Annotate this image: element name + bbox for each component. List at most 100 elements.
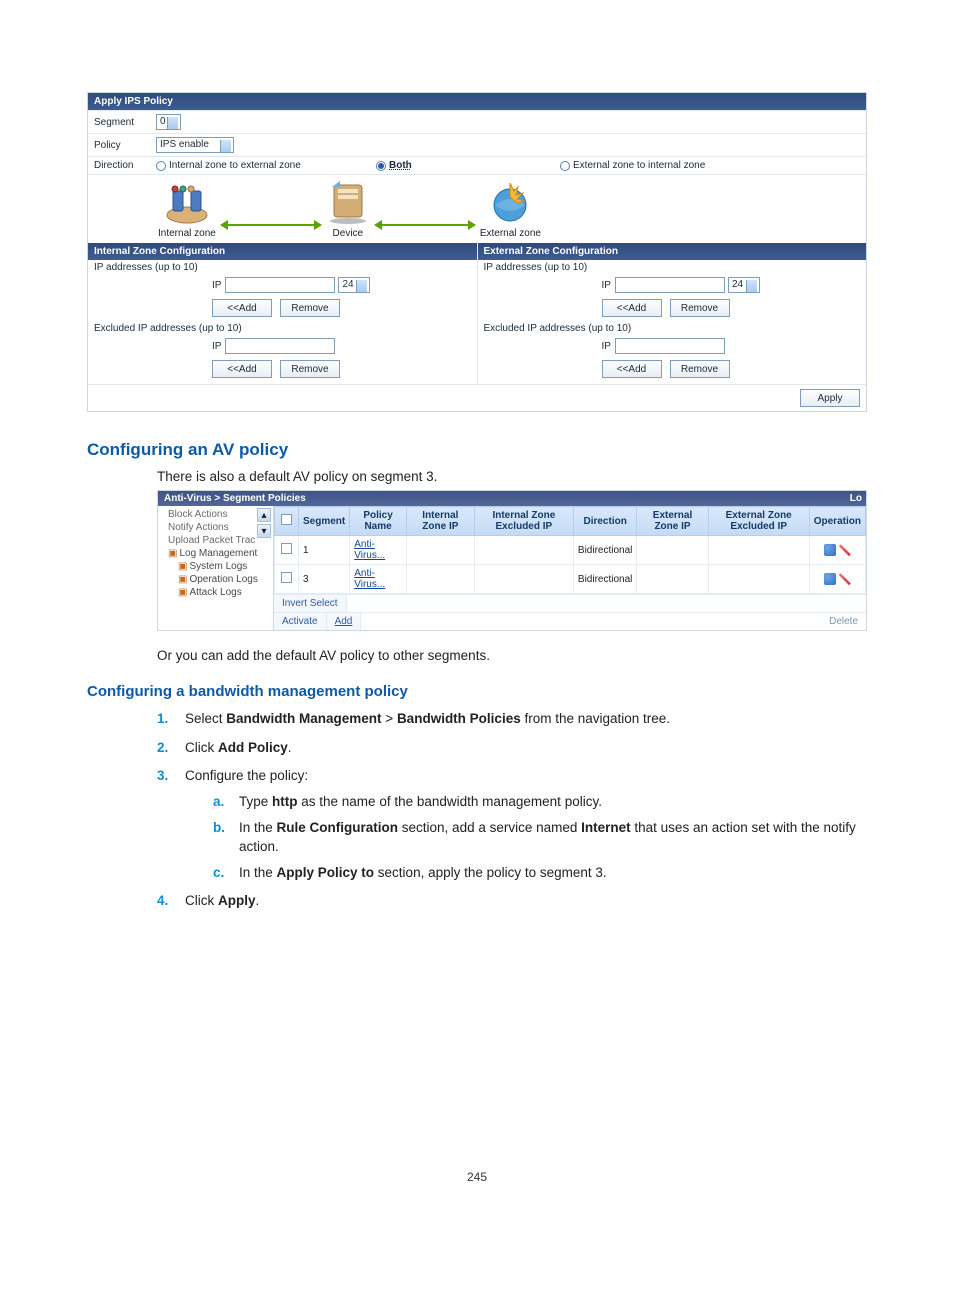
steps-list: 1. Select Bandwidth Management > Bandwid… (87, 710, 867, 910)
tree-item[interactable]: Upload Packet Trac (168, 534, 271, 547)
radio-icon (376, 161, 386, 171)
external-excluded-ip-label: IP (602, 341, 611, 352)
tree-item-log-management[interactable]: ▣Log Management (168, 547, 271, 560)
section-bw-title: Configuring a bandwidth management polic… (87, 683, 867, 700)
external-ip-addresses-label: IP addresses (up to 10) (484, 262, 861, 273)
tree-item[interactable]: Notify Actions (168, 521, 271, 534)
bidirectional-arrow-icon (226, 224, 316, 226)
apply-ips-policy-header: Apply IPS Policy (88, 93, 866, 110)
internal-ip-remove-button[interactable]: Remove (280, 299, 340, 317)
internal-zone-icon: Internal zone (158, 185, 216, 239)
delete-icon[interactable] (839, 544, 851, 556)
col-policy-name: Policy Name (350, 507, 407, 536)
chevron-down-icon (224, 143, 230, 147)
list-item: 1. Select Bandwidth Management > Bandwid… (157, 710, 867, 728)
internal-excluded-ip-input[interactable] (225, 338, 335, 354)
zone-diagram: Internal zone Device (88, 174, 866, 243)
bidirectional-arrow-icon (380, 224, 470, 226)
list-item: c. In the Apply Policy to section, apply… (213, 864, 867, 882)
row-checkbox[interactable] (281, 543, 292, 554)
chevron-down-icon (171, 120, 177, 124)
av-nav-tree: ▴ ▾ Block Actions Notify Actions Upload … (158, 506, 274, 630)
row-checkbox[interactable] (281, 572, 292, 583)
internal-ip-addresses-label: IP addresses (up to 10) (94, 262, 471, 273)
external-ip-label: IP (602, 280, 611, 291)
section-av-outro: Or you can add the default AV policy to … (87, 647, 867, 665)
chevron-down-icon (750, 283, 756, 287)
tree-item-attack-logs[interactable]: ▣Attack Logs (168, 586, 271, 599)
table-row: 1 Anti-Virus... Bidirectional (275, 536, 866, 565)
page-number: 245 (87, 1170, 867, 1184)
external-zone-icon: External zone (480, 183, 541, 239)
list-item: b. In the Rule Configuration section, ad… (213, 819, 867, 855)
tree-item-operation-logs[interactable]: ▣Operation Logs (168, 573, 271, 586)
add-button[interactable]: Add (327, 612, 362, 630)
book-icon: ▣ (178, 574, 187, 585)
invert-select-button[interactable]: Invert Select (274, 594, 347, 612)
list-item: 2. Click Add Policy. (157, 739, 867, 757)
internal-excluded-label: Excluded IP addresses (up to 10) (94, 317, 471, 334)
external-excluded-label: Excluded IP addresses (up to 10) (484, 317, 861, 334)
scroll-down-button[interactable]: ▾ (257, 524, 271, 538)
activate-button[interactable]: Activate (274, 612, 327, 630)
col-segment: Segment (299, 507, 350, 536)
delete-button[interactable]: Delete (821, 612, 866, 630)
external-mask-select[interactable]: 24 (728, 277, 760, 293)
internal-ip-add-button[interactable]: <<Add (212, 299, 272, 317)
direction-option-external-to-internal[interactable]: External zone to internal zone (560, 160, 705, 171)
internal-ip-input[interactable] (225, 277, 335, 293)
apply-ips-policy-panel: Apply IPS Policy Segment 0 Policy IPS en… (87, 92, 867, 412)
section-av-title: Configuring an AV policy (87, 440, 867, 460)
internal-excluded-add-button[interactable]: <<Add (212, 360, 272, 378)
radio-icon (560, 161, 570, 171)
direction-option-internal-to-external[interactable]: Internal zone to external zone (156, 160, 376, 171)
tree-item[interactable]: Block Actions (168, 508, 271, 521)
direction-label: Direction (94, 160, 156, 171)
list-item: a. Type http as the name of the bandwidt… (213, 793, 867, 811)
col-external-ip: External Zone IP (637, 507, 708, 536)
apply-button[interactable]: Apply (800, 389, 860, 407)
external-ip-input[interactable] (615, 277, 725, 293)
col-internal-excluded: Internal Zone Excluded IP (474, 507, 573, 536)
tree-item-system-logs[interactable]: ▣System Logs (168, 560, 271, 573)
internal-excluded-remove-button[interactable]: Remove (280, 360, 340, 378)
col-operation: Operation (809, 507, 865, 536)
delete-icon[interactable] (839, 573, 851, 585)
internal-ip-label: IP (212, 280, 221, 291)
book-icon: ▣ (178, 561, 187, 572)
edit-icon[interactable] (824, 573, 836, 585)
list-item: 3. Configure the policy: a. Type http as… (157, 767, 867, 882)
scroll-up-button[interactable]: ▴ (257, 508, 271, 522)
book-icon: ▣ (178, 587, 187, 598)
policy-name-link[interactable]: Anti-Virus... (354, 539, 385, 561)
policy-name-link[interactable]: Anti-Virus... (354, 568, 385, 590)
external-ip-add-button[interactable]: <<Add (602, 299, 662, 317)
list-item: 4. Click Apply. (157, 892, 867, 910)
external-excluded-remove-button[interactable]: Remove (670, 360, 730, 378)
internal-zone-config-header: Internal Zone Configuration (88, 243, 477, 260)
av-segment-policies-panel: Anti-Virus > Segment Policies Lo ▴ ▾ Blo… (157, 490, 867, 631)
internal-excluded-ip-label: IP (212, 341, 221, 352)
av-breadcrumb: Anti-Virus > Segment Policies Lo (158, 491, 866, 506)
segment-label: Segment (94, 117, 156, 128)
policy-select[interactable]: IPS enable (156, 137, 234, 153)
external-ip-remove-button[interactable]: Remove (670, 299, 730, 317)
external-excluded-ip-input[interactable] (615, 338, 725, 354)
col-external-excluded: External Zone Excluded IP (708, 507, 809, 536)
device-icon: Device (326, 181, 370, 239)
table-row: 3 Anti-Virus... Bidirectional (275, 565, 866, 594)
direction-option-both[interactable]: Both (376, 160, 476, 171)
edit-icon[interactable] (824, 544, 836, 556)
chevron-down-icon (360, 283, 366, 287)
av-policy-table: Segment Policy Name Internal Zone IP Int… (274, 506, 866, 594)
external-zone-config-header: External Zone Configuration (478, 243, 867, 260)
book-icon: ▣ (168, 548, 177, 559)
external-excluded-add-button[interactable]: <<Add (602, 360, 662, 378)
internal-mask-select[interactable]: 24 (338, 277, 370, 293)
col-direction: Direction (573, 507, 636, 536)
select-all-checkbox[interactable] (281, 514, 292, 525)
col-internal-ip: Internal Zone IP (406, 507, 474, 536)
policy-label: Policy (94, 140, 156, 151)
radio-icon (156, 161, 166, 171)
segment-select[interactable]: 0 (156, 114, 181, 130)
